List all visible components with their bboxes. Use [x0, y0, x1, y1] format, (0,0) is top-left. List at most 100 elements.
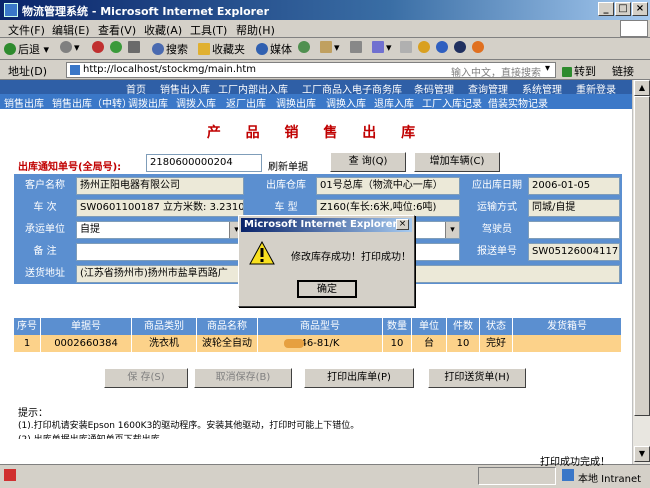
close-button[interactable]: × [632, 2, 648, 16]
table-header: 商品型号 [258, 318, 382, 335]
tool-button-1[interactable] [418, 41, 432, 57]
subnav-exchange-out[interactable]: 调换出库 [276, 95, 316, 110]
train-field[interactable]: SW0601100187 立方米数: 3.2310 [76, 199, 244, 217]
search-icon [152, 43, 164, 55]
menu-file[interactable]: 文件(F) [8, 22, 45, 38]
table-header: 序号 [14, 318, 40, 335]
back-button[interactable]: 后退 ▾ [4, 41, 49, 57]
favorites-button[interactable]: 收藏夹 [198, 41, 245, 57]
report-no-field[interactable]: SW05126004117 [528, 243, 620, 261]
query-button[interactable]: 查 询(Q) [330, 152, 406, 172]
report-no-label: 报送单号 [468, 242, 526, 262]
print-done-text: 打印成功完成！ [540, 457, 610, 468]
home-button[interactable] [128, 41, 142, 57]
address-input[interactable]: http://localhost/stockmg/main.htm 输入中文，直… [66, 62, 556, 79]
stop-button[interactable] [92, 41, 106, 57]
tool-button-2[interactable] [436, 41, 450, 57]
address-label: 送货地址 [16, 264, 74, 284]
table-cell: 洗衣机 [132, 335, 196, 352]
shield-icon [436, 41, 448, 53]
discuss-icon [400, 41, 412, 53]
links-button[interactable]: 链接 [612, 63, 634, 79]
search-button[interactable]: 搜索 [152, 41, 188, 57]
menu-tools[interactable]: 工具(T) [190, 22, 227, 38]
subnav-borrow-record[interactable]: 借装实物记录 [488, 95, 548, 110]
tool-button-3[interactable] [454, 41, 468, 57]
dialog-message: 修改库存成功！打印成功！ [291, 252, 411, 263]
menu-bar: 文件(F) 编辑(E) 查看(V) 收藏(A) 工具(T) 帮助(H) [0, 20, 650, 38]
status-panel [478, 467, 556, 485]
go-button[interactable]: 转到 [562, 63, 596, 79]
add-car-button[interactable]: 增加车辆(C) [414, 152, 500, 172]
print-out-button[interactable]: 打印出库单(P) [304, 368, 414, 388]
go-arrow-icon [562, 67, 572, 77]
ie-icon [4, 3, 18, 17]
print-button[interactable] [350, 41, 364, 57]
forward-arrow-icon [60, 41, 72, 53]
refresh-button[interactable] [110, 41, 124, 57]
subnav-exchange-in[interactable]: 调换入库 [326, 95, 366, 110]
table-header: 商品名称 [197, 318, 257, 335]
history-button[interactable] [298, 41, 312, 57]
subnav-transfer-in[interactable]: 调拨入库 [176, 95, 216, 110]
out-warehouse-field[interactable]: 01号总库（物流中心一库） [316, 177, 460, 195]
tips-line-2: (2).出库单据出库通知单页下载出库。 [18, 432, 169, 439]
transport-field[interactable]: 同城/自提 [528, 199, 620, 217]
cancel-save-button[interactable]: 取消保存(B) [194, 368, 292, 388]
subnav-return-factory[interactable]: 返厂出库 [226, 95, 266, 110]
driver-field[interactable] [528, 221, 620, 239]
driver-label: 驾驶员 [468, 220, 526, 240]
notice-number-input[interactable]: 2180600000204 [146, 154, 262, 172]
table-cell: 台 [412, 335, 446, 352]
date-field[interactable]: 2006-01-05 [528, 177, 620, 195]
customer-name-field[interactable]: 扬州正阳电器有限公司 [76, 177, 244, 195]
table-cell: 0002660384 [41, 335, 131, 352]
scroll-up-icon[interactable]: ▲ [634, 80, 650, 96]
table-cell: 完好 [480, 335, 512, 352]
subnav-sales-out[interactable]: 销售出库 [4, 95, 44, 110]
tool-button-4[interactable] [472, 41, 486, 57]
menu-edit[interactable]: 编辑(E) [52, 22, 90, 38]
forward-button[interactable]: ▾ [60, 41, 80, 57]
minimize-button[interactable]: _ [598, 2, 614, 16]
menu-help[interactable]: 帮助(H) [236, 22, 275, 38]
subnav-factory-in-record[interactable]: 工厂入库记录 [422, 95, 482, 110]
menu-favorites[interactable]: 收藏(A) [144, 22, 182, 38]
table-cell: 10 [383, 335, 411, 352]
transport-label: 运输方式 [468, 198, 526, 218]
page-icon [70, 65, 80, 75]
dialog-ok-button[interactable]: 确定 [297, 280, 357, 298]
error-page-icon [4, 469, 16, 481]
edit-icon [372, 41, 384, 53]
discuss-button[interactable] [400, 41, 414, 57]
favorites-icon [198, 43, 210, 55]
window-title: 物流管理系统 - Microsoft Internet Explorer [22, 5, 269, 18]
save-button[interactable]: 保 存(S) [104, 368, 188, 388]
carrier-select[interactable]: 自提 ▾ [76, 221, 244, 239]
history-icon [298, 41, 310, 53]
table-cell: 波轮全自动 [197, 335, 257, 352]
edit-button[interactable]: ▾ [372, 41, 392, 57]
scroll-thumb[interactable] [634, 96, 650, 416]
print-delivery-button[interactable]: 打印送货单(H) [428, 368, 526, 388]
scroll-down-icon[interactable]: ▼ [634, 446, 650, 462]
zone-text: 本地 Intranet [578, 474, 642, 485]
menu-view[interactable]: 查看(V) [98, 22, 136, 38]
redaction-mark [284, 339, 304, 348]
stop-icon [92, 41, 104, 53]
media-button[interactable]: 媒体 [256, 41, 292, 57]
out-warehouse-label: 出库仓库 [258, 176, 314, 196]
subnav-transfer-out[interactable]: 调拨出库 [128, 95, 168, 110]
notice-label: 出库通知单号(全局号): [18, 162, 122, 173]
subnav-return-in[interactable]: 退库入库 [374, 95, 414, 110]
dialog-close-icon[interactable]: × [396, 219, 409, 230]
car-dropdown-icon[interactable]: ▾ [445, 222, 459, 238]
table-cell: 10 [447, 335, 479, 352]
mail-button[interactable]: ▾ [320, 41, 340, 57]
address-dropdown-icon[interactable]: ▾ [545, 63, 550, 74]
maximize-button[interactable]: □ [615, 2, 631, 16]
subnav-sales-out-transit[interactable]: 销售出库（中转） [52, 95, 132, 110]
carrier-label: 承运单位 [16, 220, 74, 240]
alert-dialog: Microsoft Internet Explorer × 修改库存成功！打印成… [238, 215, 415, 307]
vertical-scrollbar[interactable]: ▲ ▼ [632, 80, 650, 464]
